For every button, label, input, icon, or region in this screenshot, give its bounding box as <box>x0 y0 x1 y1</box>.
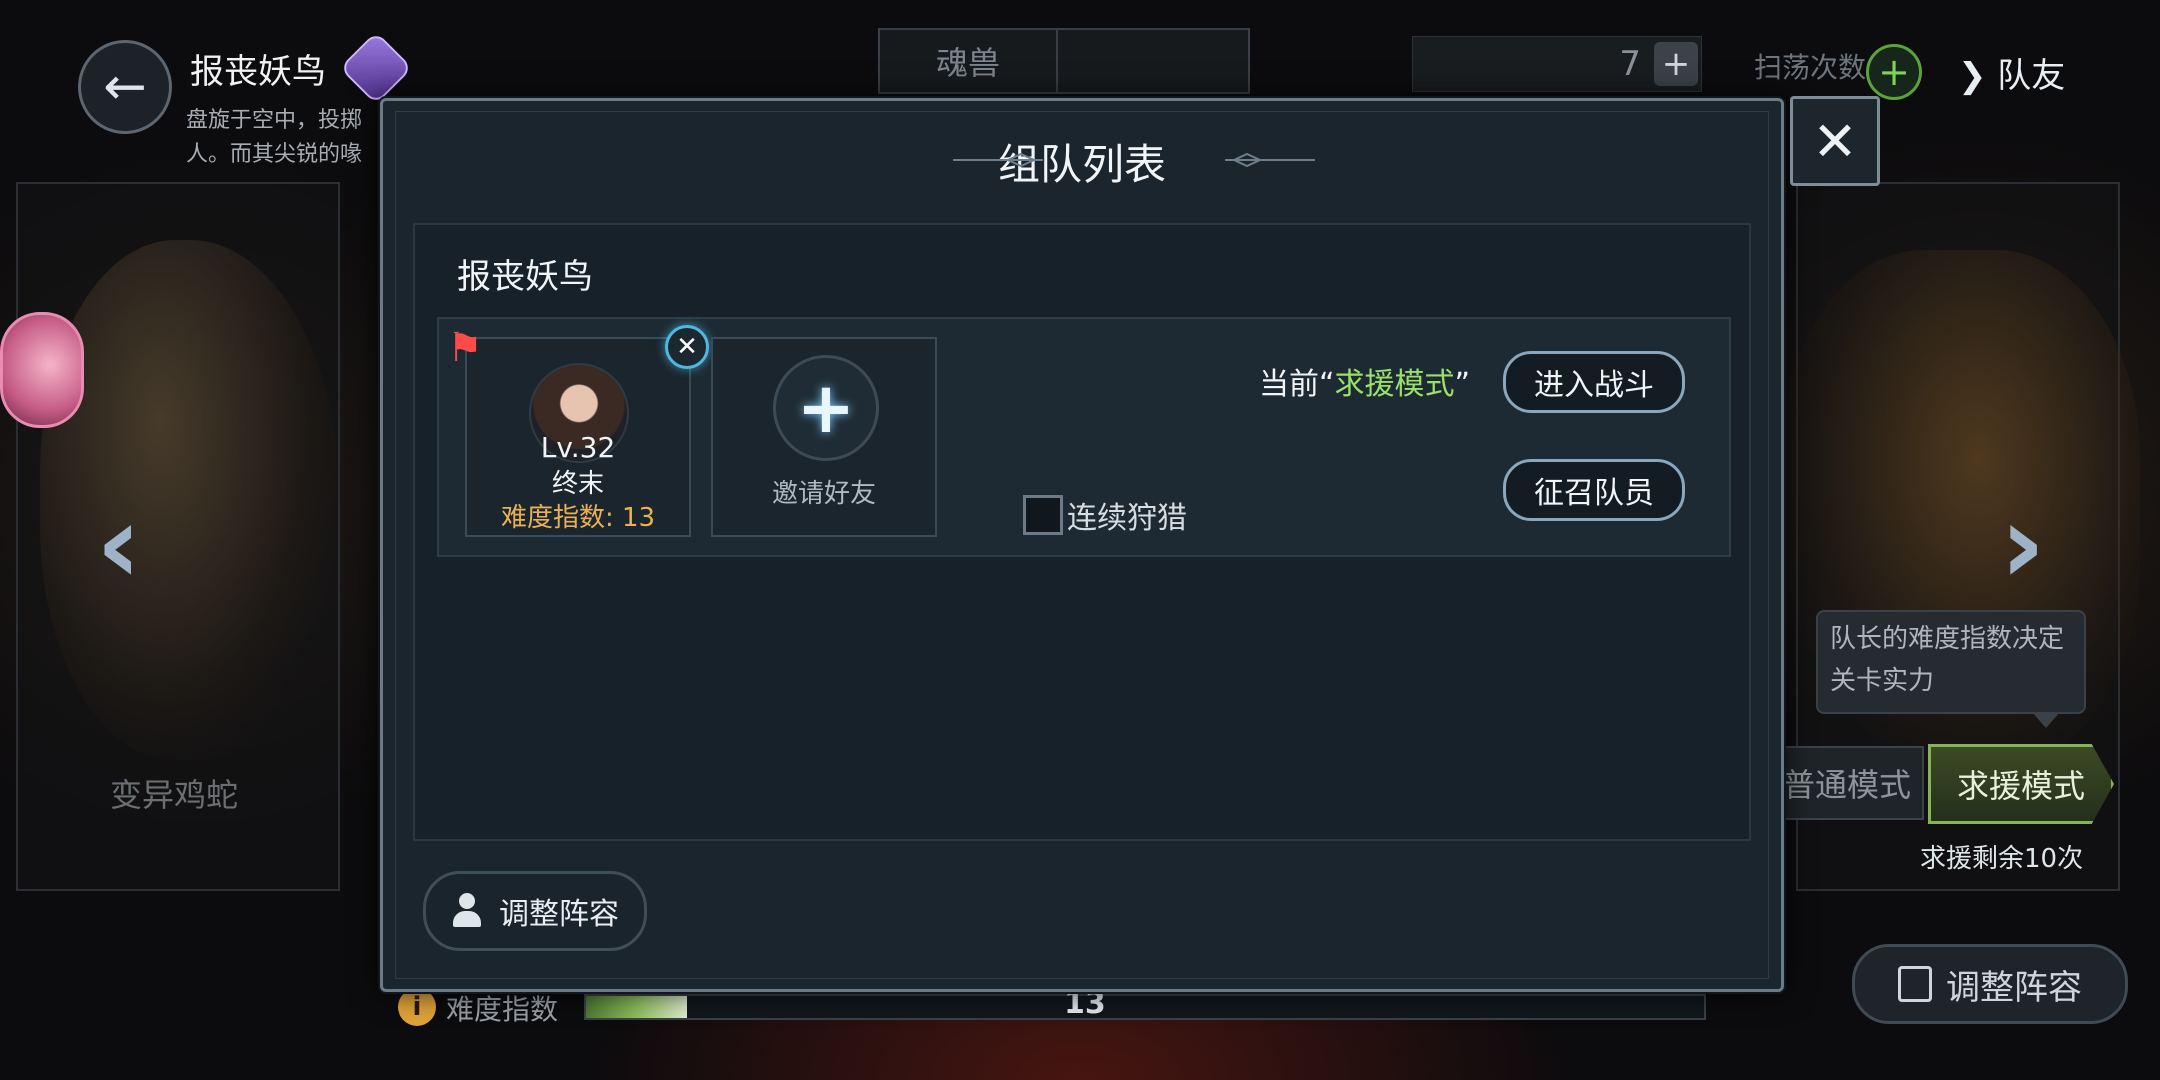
modal-title: 组队列表 <box>997 140 1166 189</box>
tab-soul-beast[interactable]: 魂兽 <box>878 28 1058 94</box>
adjust-lineup-button-bg[interactable]: 调整阵容 <box>1852 944 2128 1024</box>
title-ornament-left-icon <box>953 153 1043 167</box>
continuous-hunt-label: 连续狩猎 <box>1067 501 1187 536</box>
invite-friend-label: 邀请好友 <box>771 479 876 509</box>
continuous-hunt-checkbox[interactable] <box>1023 495 1063 535</box>
add-count-button[interactable]: + <box>1654 42 1698 86</box>
member-name: 终末 <box>551 469 604 499</box>
remove-icon: ✕ <box>676 332 698 362</box>
normal-mode-button[interactable]: 普通模式 <box>1770 746 1924 820</box>
help-mode-button[interactable]: 求援模式 <box>1928 744 2114 824</box>
info-icon[interactable]: i <box>398 988 436 1026</box>
adjust-lineup-button[interactable]: 调整阵容 <box>423 871 647 951</box>
prev-arrow-icon[interactable]: ‹ <box>96 480 141 608</box>
current-mode-text: 当前“求援模式” <box>1259 359 1470 403</box>
stage-title: 报丧妖鸟 <box>190 52 326 92</box>
beast-left-art <box>40 240 340 760</box>
member-difficulty: 难度指数: 13 <box>500 503 656 533</box>
flag-icon: ⚑ <box>447 325 483 371</box>
plus-icon: + <box>773 355 879 461</box>
next-arrow-icon[interactable]: › <box>2000 480 2045 608</box>
adjust-lineup-label: 调整阵容 <box>499 897 619 932</box>
member-level: Lv.32 <box>540 431 616 464</box>
back-button[interactable]: ← <box>78 40 172 134</box>
close-button[interactable]: ✕ <box>1790 96 1880 186</box>
team-stage-name: 报丧妖鸟 <box>457 257 593 297</box>
lineup-icon <box>1898 966 1932 1002</box>
team-list-modal: 组队列表 报丧妖鸟 Lv.32 终末 难度指数: 13 ⚑ ✕ + 邀请好友 当… <box>380 98 1784 992</box>
person-icon <box>451 893 487 929</box>
mode-name: 求援模式 <box>1334 367 1455 402</box>
title-ornament-right-icon <box>1225 153 1315 167</box>
close-icon: ✕ <box>1812 109 1858 173</box>
arrow-left-icon: ← <box>103 57 147 117</box>
left-beast-name: 变异鸡蛇 <box>110 776 239 814</box>
mode-prefix: 当前“ <box>1259 367 1335 402</box>
help-remaining-text: 求援剩余10次 <box>1920 844 2084 874</box>
team-row: Lv.32 终末 难度指数: 13 ⚑ ✕ + 邀请好友 当前“求援模式” 进入… <box>437 317 1731 557</box>
mode-suffix: ” <box>1454 367 1471 402</box>
remove-member-button[interactable]: ✕ <box>665 325 709 369</box>
mascot-icon[interactable] <box>0 312 84 428</box>
difficulty-label: 难度指数 <box>446 993 559 1026</box>
stage-description: 盘旋于空中，投掷 人。而其尖锐的喙 <box>186 108 363 167</box>
leader-difficulty-tooltip: 队长的难度指数决定关卡实力 <box>1816 610 2086 714</box>
sweep-count-label: 扫荡次数 <box>1754 51 1867 84</box>
difficulty-bar <box>584 994 1706 1020</box>
add-sweep-button[interactable]: + <box>1866 44 1922 100</box>
adjust-lineup-label: 调整阵容 <box>1946 967 2082 1008</box>
tooltip-tail <box>2032 712 2060 728</box>
difficulty-bar-fill <box>586 996 687 1018</box>
tab-secondary[interactable] <box>1056 28 1250 94</box>
team-content-panel: 报丧妖鸟 Lv.32 终末 难度指数: 13 ⚑ ✕ + 邀请好友 当前“求援模… <box>413 223 1751 841</box>
invite-friend-card[interactable]: + 邀请好友 <box>711 337 937 537</box>
recruit-members-button[interactable]: 征召队员 <box>1503 459 1685 521</box>
enter-battle-button[interactable]: 进入战斗 <box>1503 351 1685 413</box>
teammate-tab[interactable]: ❯ 队友 <box>1958 48 2065 97</box>
